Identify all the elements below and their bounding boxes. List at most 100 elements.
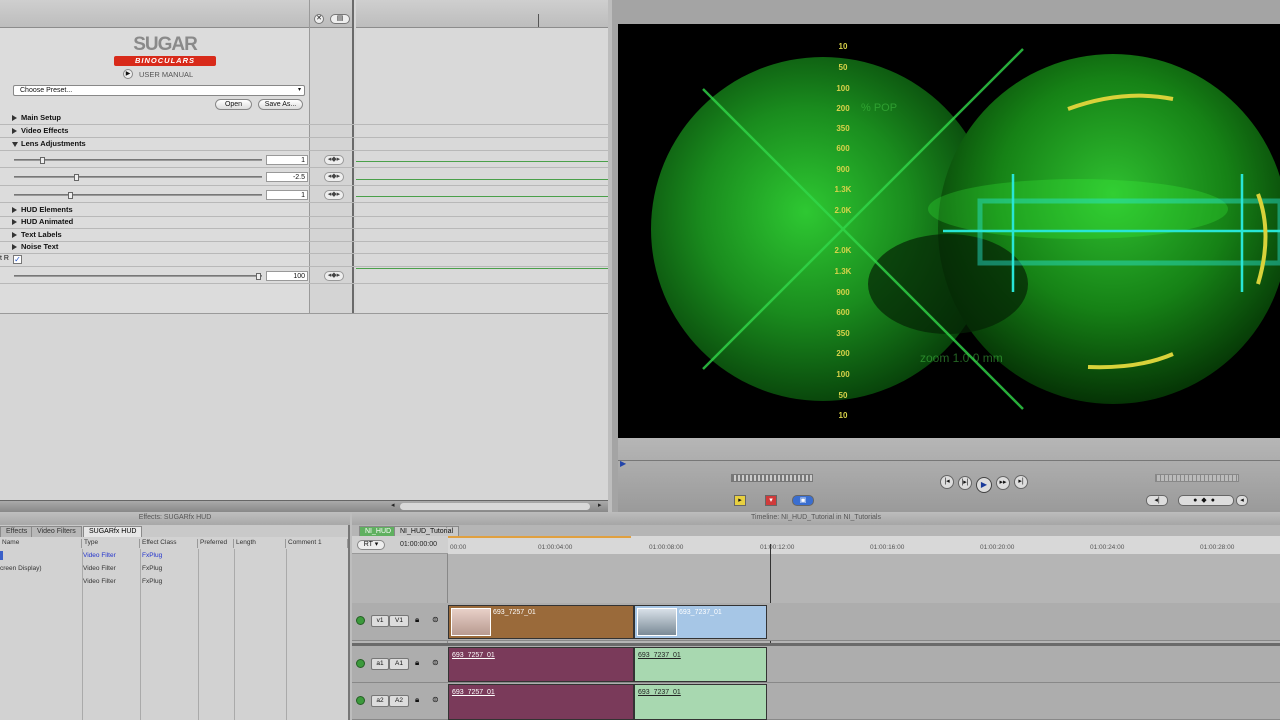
disclosure-open-icon[interactable] <box>12 142 18 147</box>
group-video-effects[interactable]: Video Effects <box>0 125 608 138</box>
audio-clip-b2[interactable]: 693_7237_01 <box>634 684 767 720</box>
reset-icon[interactable]: ✕ <box>314 14 324 24</box>
dest-patch-v1[interactable]: V1 <box>389 615 409 627</box>
track-visibility-icon[interactable] <box>356 616 365 625</box>
lock-icon[interactable]: 🔒︎ <box>415 615 419 625</box>
slider-knob[interactable] <box>256 273 261 280</box>
col-effect-class[interactable]: Effect Class <box>140 539 198 548</box>
user-manual-link[interactable]: USER MANUAL <box>139 70 193 79</box>
scroll-right-icon[interactable]: ▸ <box>598 501 602 509</box>
play-in-out-icon[interactable]: |▸| <box>958 476 972 490</box>
row-type[interactable]: Video Filter <box>83 578 116 585</box>
lens-slider-2[interactable] <box>14 174 262 181</box>
jog-control[interactable] <box>1155 474 1239 482</box>
disclosure-closed-icon[interactable] <box>12 219 17 225</box>
lock-icon[interactable]: 🔒︎ <box>415 695 419 705</box>
row-type[interactable]: Video Filter <box>83 565 116 572</box>
opacity-value[interactable]: 100 <box>266 271 308 281</box>
tab-ni-hud-tutorial[interactable]: NI_HUD_Tutorial <box>394 526 460 536</box>
scroll-thumb[interactable] <box>400 503 590 510</box>
overlay-icon[interactable]: ◂ <box>1236 495 1248 506</box>
nav-menu-icon[interactable]: ▤ <box>330 14 350 24</box>
play-circle-icon[interactable]: ▶ <box>123 69 133 79</box>
col-name[interactable]: Name <box>0 539 82 548</box>
tab-sugarfx-hud[interactable]: SUGARfx HUD <box>83 526 143 537</box>
mark-in-icon[interactable]: ▸ <box>734 495 746 506</box>
link-icon[interactable]: ⊜ <box>432 615 439 624</box>
keyframe-line <box>356 196 608 197</box>
keyframe-button-icon[interactable]: ◂◆▸ <box>324 155 344 165</box>
keyframe-button-icon[interactable]: ◂◆▸ <box>324 190 344 200</box>
disclosure-closed-icon[interactable] <box>12 232 17 238</box>
prev-edit-icon[interactable]: |◂ <box>940 475 954 489</box>
audio-clip-a1[interactable]: 693_7257_01 <box>448 647 634 682</box>
link-icon[interactable]: ⊜ <box>432 695 439 704</box>
mark-clip-icon[interactable]: ▾ <box>765 495 777 506</box>
playhead-marker[interactable] <box>538 14 539 27</box>
disclosure-closed-icon[interactable] <box>12 244 17 250</box>
timecode-display[interactable]: 01:00:00:00 <box>400 541 437 548</box>
track-visibility-icon[interactable] <box>356 659 365 668</box>
source-patch-v1[interactable]: v1 <box>371 615 389 627</box>
group-noise-text[interactable]: Noise Text <box>0 241 608 254</box>
lens-value-1[interactable]: 1 <box>266 155 308 165</box>
keyframe-button-icon[interactable]: ◂◆▸ <box>324 271 344 281</box>
ruler-track[interactable] <box>448 536 1280 554</box>
preset-dropdown[interactable]: Choose Preset... ▾ <box>13 85 305 96</box>
col-comment[interactable]: Comment 1 <box>286 539 348 548</box>
faint-zoom-label: zoom 1.0 0 mm <box>920 351 1003 365</box>
group-hud-elements[interactable]: HUD Elements <box>0 204 608 217</box>
slider-knob[interactable] <box>68 192 73 199</box>
group-hud-animated[interactable]: HUD Animated <box>0 216 608 229</box>
scroll-left-icon[interactable]: ◂ <box>391 501 395 509</box>
panel-scrollbar[interactable]: ◂ ▸ <box>0 500 608 512</box>
shuttle-control[interactable] <box>731 474 813 482</box>
source-patch-a1[interactable]: a1 <box>371 658 389 670</box>
group-main-setup[interactable]: Main Setup <box>0 112 608 125</box>
mark-out-icon[interactable]: ◂| <box>1146 495 1168 506</box>
audio-clip-a2[interactable]: 693_7257_01 <box>448 684 634 720</box>
viewer-scrubber[interactable] <box>618 460 1280 461</box>
play-icon[interactable]: ▶ <box>976 477 992 493</box>
keyframe-button-icon[interactable]: ◂◆▸ <box>324 172 344 182</box>
audio-clip-b1[interactable]: 693_7237_01 <box>634 647 767 682</box>
opacity-slider[interactable] <box>14 273 262 280</box>
open-button[interactable]: Open <box>215 99 252 110</box>
col-preferred[interactable]: Preferred <box>198 539 234 548</box>
slider-knob[interactable] <box>74 174 79 181</box>
disclosure-closed-icon[interactable] <box>12 115 17 121</box>
row-name[interactable]: creen Display) <box>0 565 42 572</box>
save-as-button[interactable]: Save As... <box>258 99 303 110</box>
row-type[interactable]: Video Filter <box>83 552 116 559</box>
video-clip-a[interactable]: 693_7257_01 <box>448 605 634 639</box>
lens-slider-3[interactable] <box>14 192 262 199</box>
checkmark-icon[interactable]: ✓ <box>13 255 22 264</box>
disclosure-closed-icon[interactable] <box>12 207 17 213</box>
viewer-playhead-icon[interactable]: ▶ <box>620 459 626 468</box>
slider-knob[interactable] <box>40 157 45 164</box>
play-around-icon[interactable]: ▸▸ <box>996 476 1010 490</box>
tab-ni-hud[interactable]: NI_HUD <box>359 526 398 536</box>
rt-menu[interactable]: RT ▾ <box>357 540 385 550</box>
lens-value-2[interactable]: -2.5 <box>266 172 308 182</box>
dest-patch-a2[interactable]: A2 <box>389 695 409 707</box>
timeline-ruler[interactable]: RT ▾ 01:00:00:00 <box>352 536 1280 554</box>
tab-effects[interactable]: Effects <box>0 526 34 537</box>
tab-video-filters[interactable]: Video Filters <box>31 526 82 537</box>
group-text-labels[interactable]: Text Labels <box>0 229 608 242</box>
col-length[interactable]: Length <box>234 539 286 548</box>
link-icon[interactable]: ⊜ <box>432 658 439 667</box>
video-clip-b[interactable]: 693_7237_01 <box>634 605 767 639</box>
lock-icon[interactable]: 🔒︎ <box>415 658 419 668</box>
disclosure-closed-icon[interactable] <box>12 128 17 134</box>
lens-slider-1[interactable] <box>14 157 262 164</box>
lens-value-3[interactable]: 1 <box>266 190 308 200</box>
col-type[interactable]: Type <box>82 539 140 548</box>
track-visibility-icon[interactable] <box>356 696 365 705</box>
source-patch-a2[interactable]: a2 <box>371 695 389 707</box>
next-edit-icon[interactable]: ▸| <box>1014 475 1028 489</box>
match-frame-icon[interactable]: ●◆● <box>1178 495 1234 506</box>
add-marker-icon[interactable]: ▣ <box>792 495 814 506</box>
group-lens-adjustments[interactable]: Lens Adjustments <box>0 138 608 151</box>
dest-patch-a1[interactable]: A1 <box>389 658 409 670</box>
